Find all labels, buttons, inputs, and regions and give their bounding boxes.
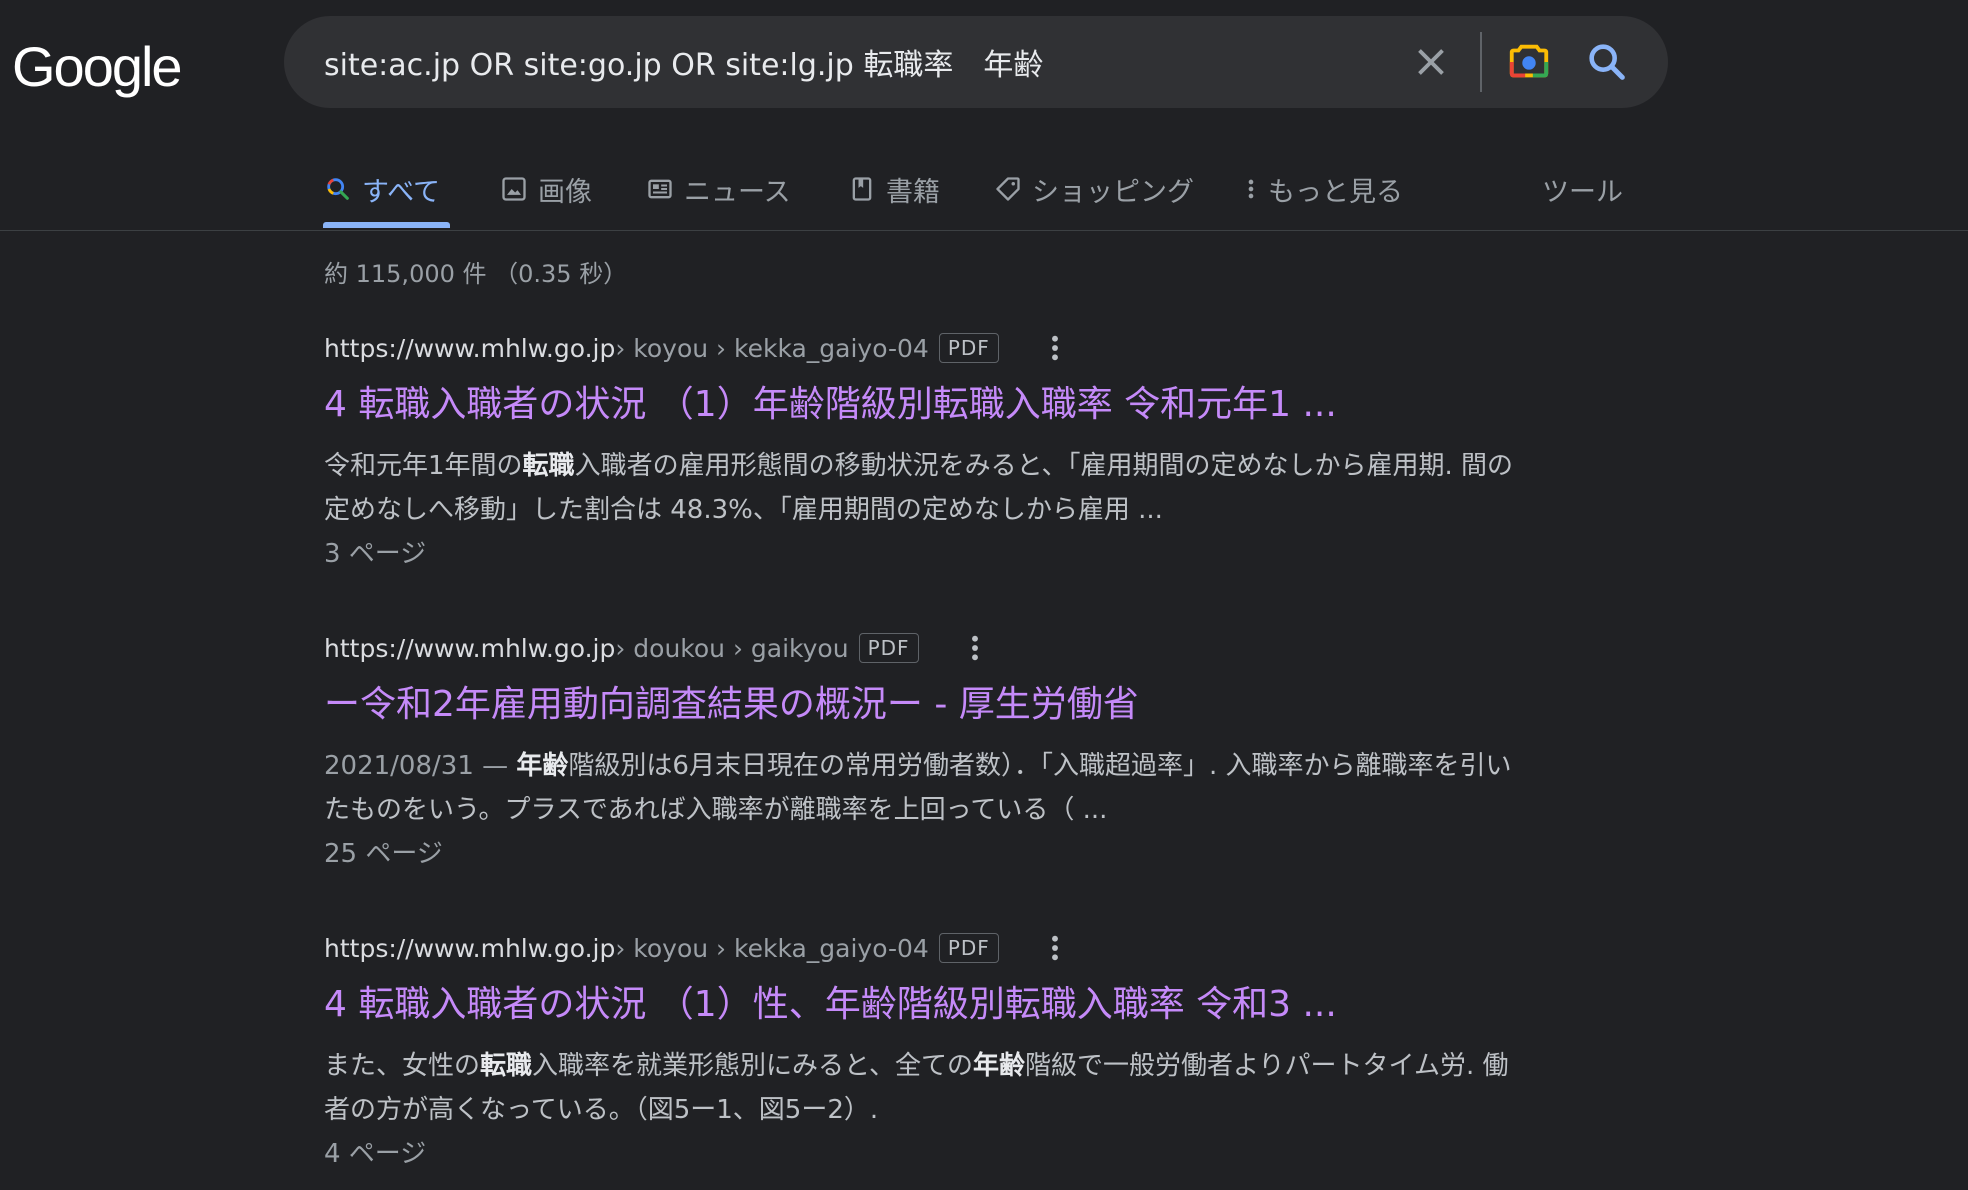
- search-box[interactable]: [284, 16, 1668, 108]
- result-page-count: 3 ページ: [324, 539, 427, 569]
- result-date: 2021/08/31 —: [324, 751, 517, 781]
- search-result: https://www.mhlw.go.jp › koyou › kekka_g…: [324, 328, 1524, 576]
- result-snippet: 令和元年1年間の転職入職者の雇用形態間の移動状況をみると、「雇用期間の定めなしか…: [324, 444, 1524, 532]
- snippet-highlight: 年齢: [973, 1051, 1026, 1081]
- search-result: https://www.mhlw.go.jp › koyou › kekka_g…: [324, 928, 1524, 1176]
- pdf-badge: PDF: [938, 333, 999, 363]
- tab-label: ショッピング: [1032, 176, 1194, 208]
- result-snippet: 2021/08/31 — 年齢階級別は6月末日現在の常用労働者数）．「入職超過率…: [324, 744, 1524, 832]
- more-options-icon[interactable]: [961, 632, 989, 664]
- image-icon: [502, 177, 526, 201]
- pdf-badge: PDF: [858, 633, 919, 663]
- search-result: https://www.mhlw.go.jp › doukou › gaikyo…: [324, 628, 1524, 876]
- search-divider: [1480, 32, 1482, 92]
- result-cite[interactable]: https://www.mhlw.go.jp › koyou › kekka_g…: [324, 928, 1524, 968]
- snippet-text: また、女性の: [324, 1051, 481, 1081]
- tools-label: ツール: [1542, 176, 1623, 208]
- tab-label: ニュース: [684, 176, 791, 208]
- search-tabs: すべて 画像 ニュース 書籍 ショッピング もっと見る ツール: [0, 150, 1968, 231]
- tag-icon: [996, 177, 1020, 201]
- active-tab-indicator: [323, 222, 450, 228]
- result-title-link[interactable]: 4 転職入職者の状況 （1）年齢階級別転職入職率 令和元年1 ...: [324, 382, 1524, 428]
- tab-shopping[interactable]: ショッピング: [994, 150, 1194, 228]
- book-icon: [852, 177, 872, 201]
- result-path: › doukou › gaikyou: [615, 633, 849, 663]
- tab-images[interactable]: 画像: [500, 150, 592, 228]
- result-domain: https://www.mhlw.go.jp: [324, 933, 616, 963]
- search-icon: [327, 178, 349, 200]
- tab-label: もっと見る: [1268, 176, 1403, 208]
- result-stats: 約 115,000 件 （0.35 秒）: [324, 260, 628, 288]
- news-icon: [648, 179, 672, 199]
- result-cite[interactable]: https://www.mhlw.go.jp › doukou › gaikyo…: [324, 628, 1524, 668]
- tools-button[interactable]: ツール: [1542, 150, 1623, 228]
- search-input[interactable]: [324, 16, 1374, 108]
- result-page-count: 25 ページ: [324, 839, 443, 869]
- result-snippet: また、女性の転職入職率を就業形態別にみると、全ての年齢階級で一般労働者よりパート…: [324, 1044, 1524, 1132]
- tab-label: 画像: [538, 176, 592, 208]
- lens-camera-icon[interactable]: [1506, 39, 1552, 85]
- result-domain: https://www.mhlw.go.jp: [324, 333, 616, 363]
- tab-label: 書籍: [886, 176, 940, 208]
- result-path: › koyou › kekka_gaiyo-04: [615, 933, 929, 963]
- google-logo[interactable]: Google: [12, 32, 183, 102]
- tab-more[interactable]: もっと見る: [1244, 150, 1403, 228]
- tab-news[interactable]: ニュース: [646, 150, 791, 228]
- search-icon[interactable]: [1584, 39, 1630, 85]
- clear-icon[interactable]: [1408, 39, 1454, 85]
- result-title-link[interactable]: ー令和2年雇用動向調査結果の概況ー - 厚生労働省: [324, 682, 1524, 728]
- result-title-link[interactable]: 4 転職入職者の状況 （1）性、年齢階級別転職入職率 令和3 ...: [324, 982, 1524, 1028]
- pdf-badge: PDF: [938, 933, 999, 963]
- tab-all[interactable]: すべて: [324, 150, 440, 228]
- more-vert-icon: [1248, 179, 1254, 199]
- more-options-icon[interactable]: [1041, 932, 1069, 964]
- result-path: › koyou › kekka_gaiyo-04: [615, 333, 929, 363]
- more-options-icon[interactable]: [1041, 332, 1069, 364]
- snippet-text: 入職率を就業形態別にみると、全ての: [532, 1051, 973, 1081]
- snippet-highlight: 転職: [522, 451, 575, 481]
- result-domain: https://www.mhlw.go.jp: [324, 633, 616, 663]
- tab-books[interactable]: 書籍: [848, 150, 940, 228]
- result-page-count: 4 ページ: [324, 1139, 427, 1169]
- snippet-highlight: 年齢: [516, 751, 569, 781]
- snippet-text: 令和元年1年間の: [324, 451, 523, 481]
- snippet-highlight: 転職: [480, 1051, 533, 1081]
- tab-label: すべて: [362, 176, 441, 208]
- result-cite[interactable]: https://www.mhlw.go.jp › koyou › kekka_g…: [324, 328, 1524, 368]
